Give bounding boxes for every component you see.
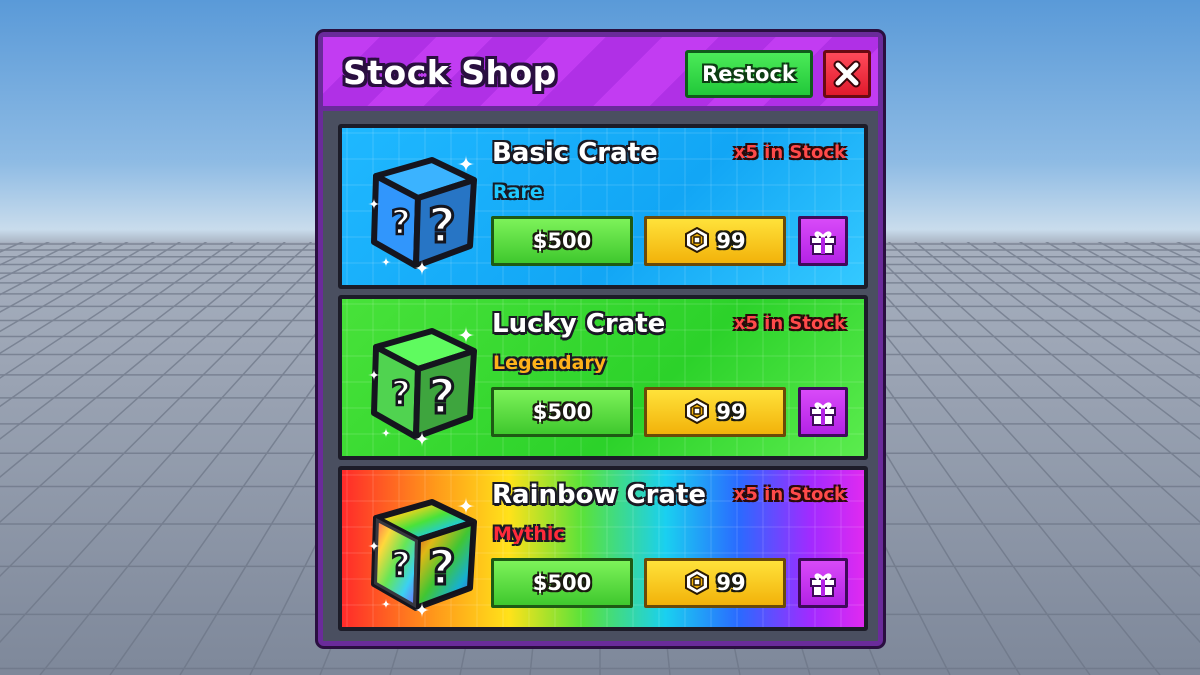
- restock-button[interactable]: Restock: [685, 50, 813, 98]
- gift-icon: [810, 573, 836, 597]
- crate-name: Lucky Crate: [492, 309, 666, 339]
- crate-name: Basic Crate: [492, 138, 658, 168]
- gift-button[interactable]: [798, 558, 848, 608]
- mystery-crate-icon: ??: [368, 326, 477, 447]
- gift-icon: [810, 402, 836, 426]
- close-button[interactable]: [823, 50, 871, 98]
- robux-icon: [685, 398, 710, 424]
- svg-text:?: ?: [428, 540, 456, 596]
- stock-shop-window: Stock Shop Restock ?? Basic Crate Rare x…: [318, 32, 883, 646]
- mystery-crate-icon: ??: [368, 155, 477, 276]
- buy-robux-button[interactable]: 99: [644, 387, 786, 437]
- buy-cash-button[interactable]: $500: [491, 216, 633, 266]
- gift-button[interactable]: [798, 387, 848, 437]
- crate-name: Rainbow Crate: [492, 480, 707, 510]
- buy-robux-button[interactable]: 99: [644, 216, 786, 266]
- crate-rarity: Mythic: [493, 523, 565, 545]
- crate-rarity: Legendary: [493, 352, 607, 374]
- crate-rarity: Rare: [493, 181, 543, 203]
- svg-text:?: ?: [391, 203, 411, 243]
- svg-text:?: ?: [428, 198, 456, 254]
- svg-text:?: ?: [428, 369, 456, 425]
- robux-icon: [685, 569, 710, 595]
- gift-button[interactable]: [798, 216, 848, 266]
- gift-icon: [810, 231, 836, 255]
- crate-stock: x5 in Stock: [733, 484, 846, 505]
- buy-cash-button[interactable]: $500: [491, 387, 633, 437]
- buy-robux-button[interactable]: 99: [644, 558, 786, 608]
- robux-price: 99: [716, 571, 746, 595]
- crate-stock: x5 in Stock: [733, 142, 846, 163]
- mystery-crate-icon: ??: [368, 497, 477, 618]
- robux-icon: [685, 227, 710, 253]
- crate-card-lucky: ?? Lucky Crate Legendary x5 in Stock $50…: [338, 295, 868, 460]
- shop-title: Stock Shop: [343, 53, 557, 92]
- svg-text:?: ?: [391, 545, 411, 585]
- crate-stock: x5 in Stock: [733, 313, 846, 334]
- buy-cash-button[interactable]: $500: [491, 558, 633, 608]
- crate-card-rainbow: ?? Rainbow Crate Mythic x5 in Stock $500…: [338, 466, 868, 631]
- robux-price: 99: [716, 229, 746, 253]
- svg-text:?: ?: [391, 374, 411, 414]
- crate-card-basic: ?? Basic Crate Rare x5 in Stock $500 99: [338, 124, 868, 289]
- robux-price: 99: [716, 400, 746, 424]
- close-icon: [833, 60, 861, 88]
- shop-header: Stock Shop Restock: [323, 37, 878, 111]
